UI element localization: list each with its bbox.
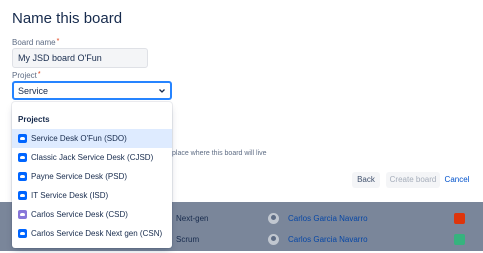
project-select-value: Service (18, 86, 49, 96)
board-name-input[interactable]: My JSD board O'Fun (12, 48, 148, 68)
dialog-title: Name this board (12, 10, 123, 27)
option-label: Payne Service Desk (PSD) (31, 172, 128, 181)
project-select[interactable]: Service (12, 81, 172, 100)
dropdown-option[interactable]: Payne Service Desk (PSD) (12, 167, 172, 186)
avatar (268, 213, 279, 224)
project-avatar-icon (454, 213, 465, 224)
option-label: Classic Jack Service Desk (CJSD) (31, 153, 154, 162)
board-name-label-text: Board name (12, 38, 56, 47)
board-type: Next-gen (176, 214, 209, 223)
project-avatar-icon (18, 229, 27, 238)
project-helper-text: place where this board will live (172, 150, 267, 157)
cancel-button[interactable]: Cancel (443, 172, 471, 188)
board-type: Scrum (176, 235, 200, 244)
project-label: Project* (12, 71, 41, 80)
dropdown-option[interactable]: Service Desk O'Fun (SDO) (12, 129, 172, 148)
dropdown-option[interactable]: Carlos Service Desk (CSD) (12, 205, 172, 224)
projects-group-heading: Projects (18, 115, 50, 124)
project-dropdown-menu: Projects Service Desk O'Fun (SDO) Classi… (12, 102, 172, 248)
project-avatar-icon (18, 172, 27, 181)
option-label: IT Service Desk (ISD) (31, 191, 109, 200)
owner-link[interactable]: Carlos Garcia Navarro (288, 214, 368, 223)
dropdown-option[interactable]: Classic Jack Service Desk (CJSD) (12, 148, 172, 167)
required-marker: * (56, 38, 60, 45)
project-label-text: Project (12, 71, 37, 80)
create-board-button[interactable]: Create board (386, 172, 440, 188)
project-avatar-icon (18, 210, 27, 219)
option-label: Service Desk O'Fun (SDO) (31, 134, 127, 143)
avatar (268, 234, 279, 245)
back-button[interactable]: Back (352, 172, 380, 188)
option-label: Carlos Service Desk Next gen (CSN) (31, 229, 163, 238)
board-name-label: Board name* (12, 38, 59, 47)
project-avatar-icon (454, 234, 465, 245)
project-avatar-icon (18, 134, 27, 143)
dropdown-option[interactable]: IT Service Desk (ISD) (12, 186, 172, 205)
chevron-down-icon (159, 89, 165, 93)
required-marker: * (37, 71, 41, 78)
project-avatar-icon (18, 153, 27, 162)
project-avatar-icon (18, 191, 27, 200)
option-label: Carlos Service Desk (CSD) (31, 210, 128, 219)
owner-link[interactable]: Carlos Garcia Navarro (288, 235, 368, 244)
dropdown-option[interactable]: Carlos Service Desk Next gen (CSN) (12, 224, 172, 243)
